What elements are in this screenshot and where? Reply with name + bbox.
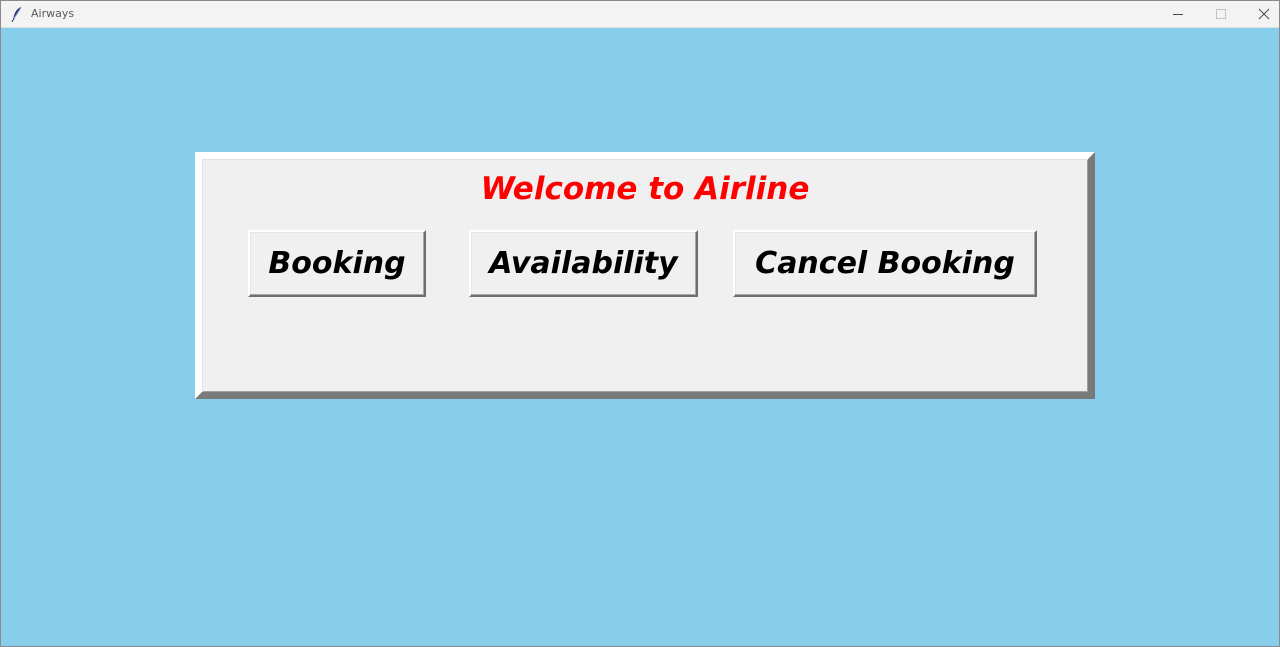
close-icon: [1258, 5, 1270, 24]
title-bar[interactable]: Airways: [1, 1, 1279, 28]
window-title: Airways: [31, 7, 75, 20]
minimize-icon: [1172, 5, 1184, 24]
close-button[interactable]: [1242, 1, 1279, 28]
cancel-booking-button[interactable]: Cancel Booking: [733, 230, 1037, 297]
welcome-heading: Welcome to Airline: [480, 171, 810, 207]
maximize-icon: [1215, 5, 1227, 24]
maximize-button[interactable]: [1199, 1, 1243, 28]
availability-button[interactable]: Availability: [469, 230, 698, 297]
main-area: Welcome to Airline Booking Availability …: [1, 29, 1279, 646]
booking-button[interactable]: Booking: [248, 230, 426, 297]
welcome-panel: Welcome to Airline Booking Availability …: [195, 152, 1095, 399]
app-window: Airways Welcome to Airline Booking Avail…: [0, 0, 1280, 647]
minimize-button[interactable]: [1156, 1, 1200, 28]
feather-icon: [10, 6, 24, 23]
